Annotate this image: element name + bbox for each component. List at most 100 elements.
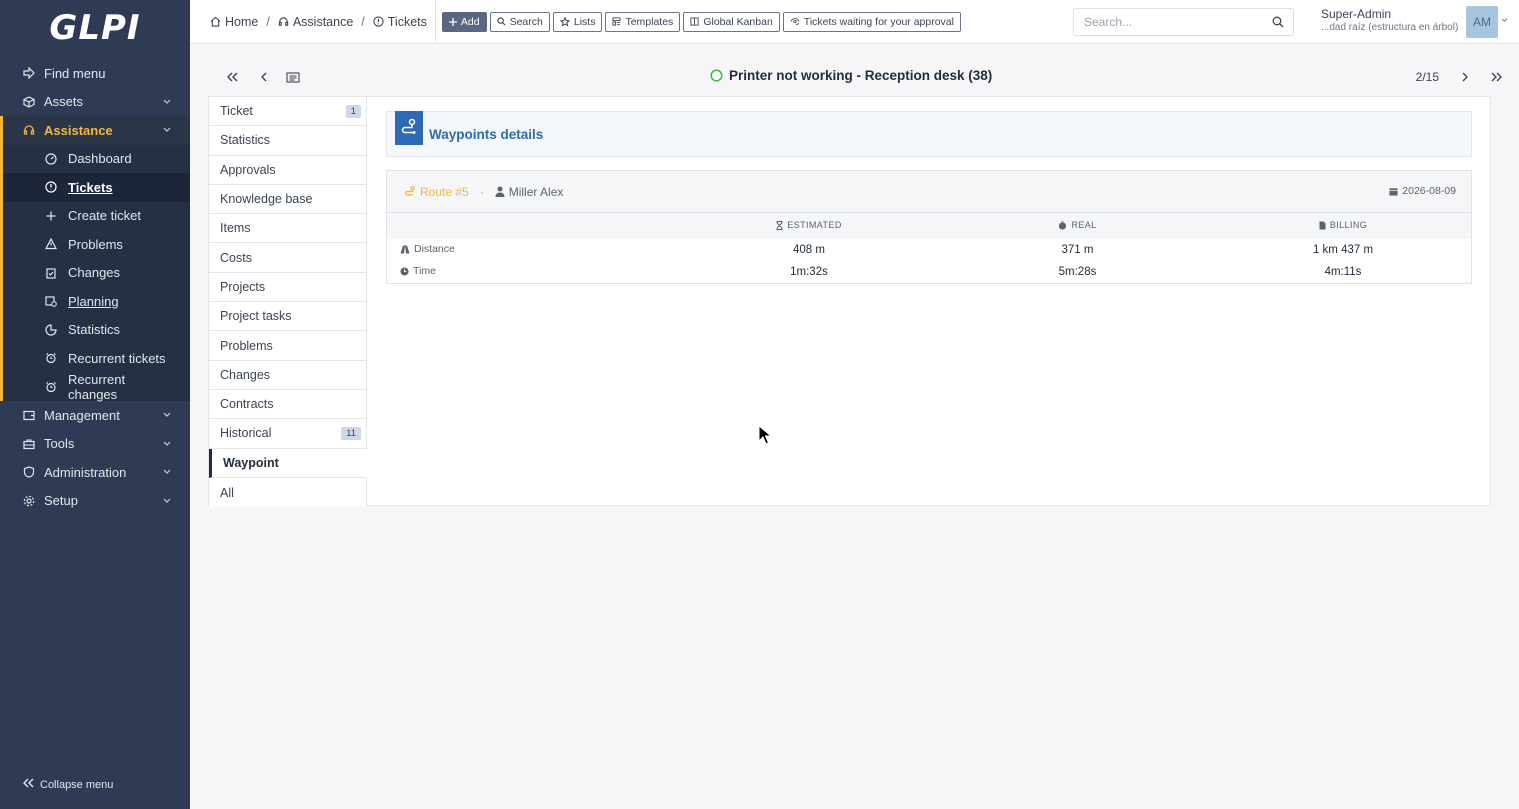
sidebar-item-tickets[interactable]: Tickets <box>3 173 190 202</box>
warning-icon <box>44 237 58 251</box>
tab-statistics[interactable]: Statistics <box>209 126 366 156</box>
sidebar-item-dashboard[interactable]: Dashboard <box>3 145 190 174</box>
topbar: Home / Assistance / Tickets Add Search L… <box>190 0 1519 44</box>
list-view-button[interactable] <box>283 69 303 85</box>
first-item-button[interactable] <box>222 69 242 85</box>
column-real: REAL <box>940 213 1215 239</box>
alarm-icon <box>44 351 58 365</box>
tab-approvals[interactable]: Approvals <box>209 155 366 185</box>
tab-badge: 1 <box>345 104 361 118</box>
row-label-time: Time <box>387 261 678 283</box>
home-icon <box>210 16 221 27</box>
sidebar-item-changes[interactable]: Changes <box>3 259 190 288</box>
plus-icon <box>44 209 58 223</box>
ticket-panel: Ticket 1 Statistics Approvals Knowledge b… <box>208 96 1491 508</box>
collapse-menu-button[interactable]: Collapse menu <box>22 778 113 791</box>
next-item-button[interactable] <box>1455 69 1475 85</box>
table-row: Time 1m:32s 5m:28s 4m:11s <box>387 261 1471 283</box>
column-billing: BILLING <box>1215 213 1471 239</box>
chevron-down-icon <box>162 412 172 418</box>
wallet-icon <box>22 408 36 422</box>
sidebar-item-tools[interactable]: Tools <box>0 430 190 459</box>
chart-pie-icon <box>44 323 58 337</box>
plus-icon <box>448 17 457 26</box>
lists-button[interactable]: Lists <box>552 11 603 32</box>
tab-contracts[interactable]: Contracts <box>209 389 366 420</box>
breadcrumb-assistance[interactable]: Assistance <box>278 15 353 29</box>
section-header: Waypoints details <box>386 111 1472 157</box>
columns-icon <box>690 17 699 26</box>
route-icon <box>395 111 423 145</box>
templates-button[interactable]: Templates <box>605 11 681 32</box>
sidebar-item-create-ticket[interactable]: Create ticket <box>3 202 190 231</box>
sidebar-item-recurrent-tickets[interactable]: Recurrent tickets <box>3 344 190 373</box>
user-icon <box>495 186 505 197</box>
sidebar-item-problems[interactable]: Problems <box>3 230 190 259</box>
sidebar-item-recurrent-changes[interactable]: Recurrent changes <box>3 372 190 402</box>
sidebar-item-assets[interactable]: Assets <box>0 88 190 117</box>
gear-icon <box>22 494 36 508</box>
sidebar-item-find-menu[interactable]: Find menu <box>0 59 190 88</box>
tab-knowledge-base[interactable]: Knowledge base <box>209 184 366 215</box>
mouse-cursor-icon <box>758 424 773 448</box>
waypoint-table: ESTIMATED REAL BILLING Distance 408 m 37… <box>387 213 1471 283</box>
search-input[interactable] <box>1084 15 1263 29</box>
distance-real: 371 m <box>1061 244 1094 256</box>
sidebar-item-assistance[interactable]: Assistance <box>0 116 190 145</box>
search-button[interactable]: Search <box>489 11 550 32</box>
sidebar-item-administration[interactable]: Administration <box>0 458 190 487</box>
sidebar-item-statistics[interactable]: Statistics <box>3 316 190 345</box>
glpi-logo[interactable]: GLPI <box>0 0 190 56</box>
search-icon <box>496 17 506 26</box>
tab-costs[interactable]: Costs <box>209 243 366 273</box>
tab-changes[interactable]: Changes <box>209 360 366 390</box>
tab-list: Ticket 1 Statistics Approvals Knowledge b… <box>209 97 367 508</box>
chevron-down-icon <box>162 127 172 133</box>
double-chevron-left-icon <box>227 72 238 82</box>
last-item-button[interactable] <box>1487 69 1507 85</box>
waypoint-card: Route #5 · Miller Alex 2026-08-09 ESTIMA… <box>386 170 1472 284</box>
route-link[interactable]: Route #5 <box>404 185 469 199</box>
sidebar-item-management[interactable]: Management <box>0 401 190 430</box>
sidebar-item-planning[interactable]: Planning <box>3 287 190 316</box>
route-icon <box>404 186 416 197</box>
tickets-waiting-approval-button[interactable]: Tickets waiting for your approval <box>782 11 961 32</box>
chevron-down-icon[interactable] <box>1501 15 1508 26</box>
time-real: 5m:28s <box>1058 266 1097 278</box>
chevron-down-icon <box>162 498 172 504</box>
breadcrumb-tickets[interactable]: Tickets <box>373 15 427 29</box>
sidebar-item-setup[interactable]: Setup <box>0 487 190 516</box>
previous-item-button[interactable] <box>254 69 274 85</box>
headset-icon <box>22 123 36 137</box>
star-icon <box>559 16 570 27</box>
add-button[interactable]: Add <box>441 11 487 32</box>
list-icon <box>286 71 300 83</box>
chevron-left-icon <box>261 72 267 82</box>
tab-problems[interactable]: Problems <box>209 331 366 361</box>
table-row: Distance 408 m 371 m 1 km 437 m <box>387 239 1471 261</box>
tab-project-tasks[interactable]: Project tasks <box>209 302 366 332</box>
search-icon[interactable] <box>1263 16 1293 28</box>
tab-all[interactable]: All <box>209 477 366 508</box>
section-title: Waypoints details <box>429 126 544 142</box>
tab-ticket[interactable]: Ticket 1 <box>209 97 366 127</box>
sidebar: GLPI Find menu Assets Assistance Dashboa… <box>0 0 190 809</box>
assistance-submenu: Dashboard Tickets Create ticket Problems… <box>0 144 190 402</box>
alert-circle-icon <box>373 16 384 27</box>
table-header-row: ESTIMATED REAL BILLING <box>387 213 1471 239</box>
breadcrumb-home[interactable]: Home <box>210 15 258 29</box>
tab-historical[interactable]: Historical 11 <box>209 419 366 449</box>
user-menu[interactable]: Super-Admin ...dad raíz (estructura en á… <box>1321 8 1458 34</box>
avatar[interactable]: AM <box>1466 6 1498 38</box>
tab-items[interactable]: Items <box>209 214 366 244</box>
global-search <box>1073 8 1294 36</box>
chevron-down-icon <box>162 469 172 475</box>
global-kanban-button[interactable]: Global Kanban <box>683 11 780 32</box>
stopwatch-icon <box>1058 221 1067 230</box>
clock-icon <box>400 267 409 276</box>
arrow-right-icon <box>22 66 36 80</box>
template-icon <box>612 17 622 26</box>
hourglass-icon <box>776 220 783 230</box>
tab-waypoint[interactable]: Waypoint <box>209 448 367 478</box>
tab-projects[interactable]: Projects <box>209 272 366 303</box>
